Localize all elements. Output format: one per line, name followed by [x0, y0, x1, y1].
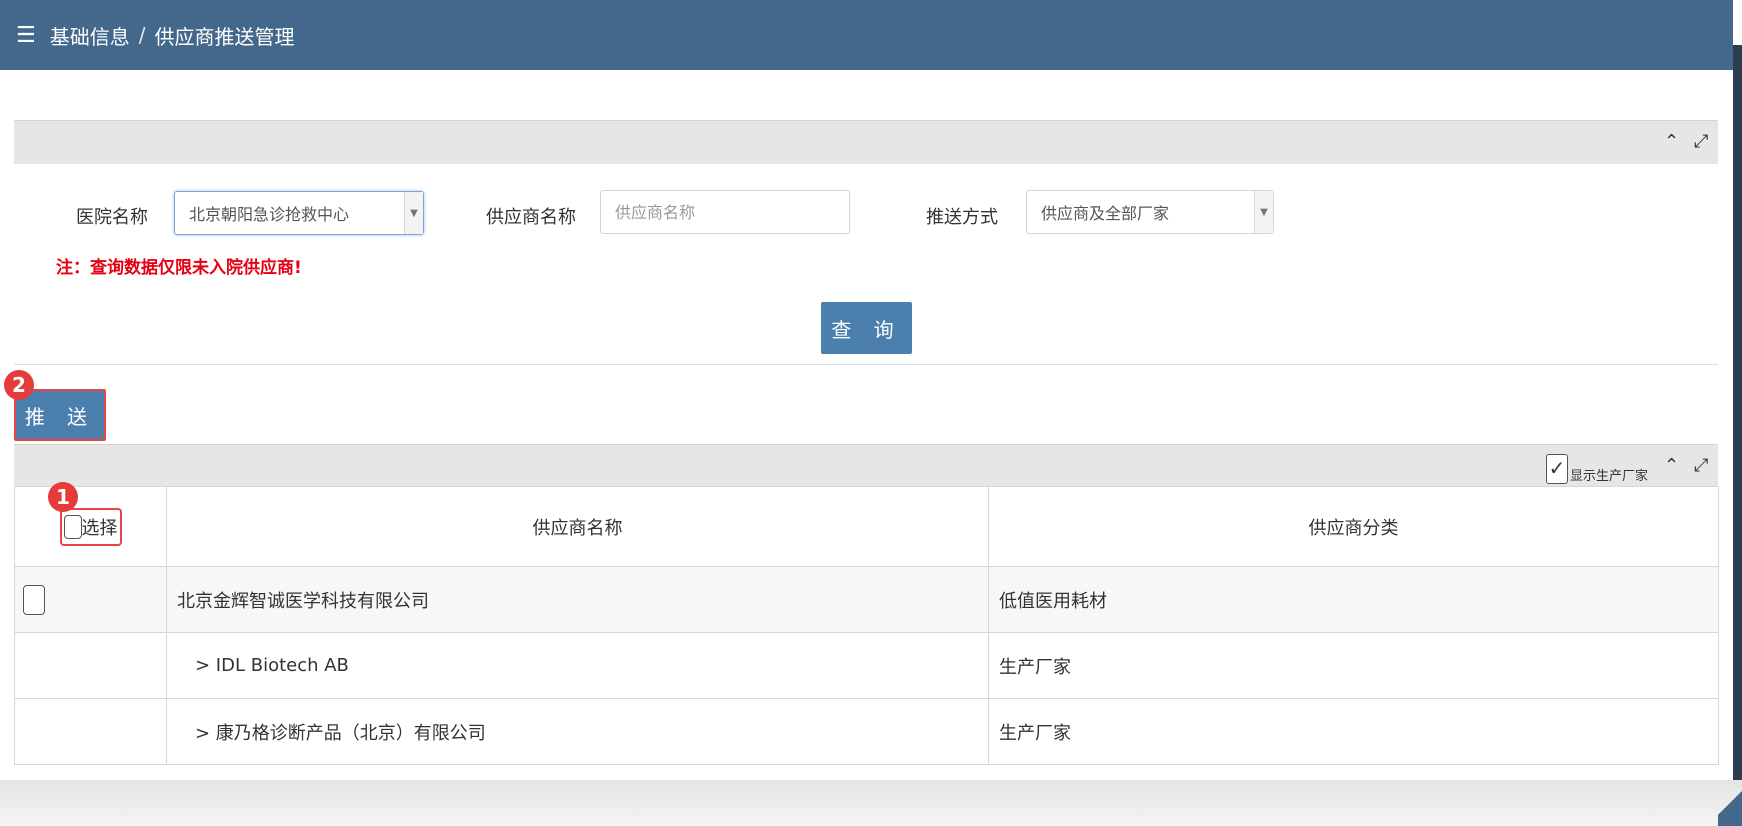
annotation-badge-2: 2: [4, 370, 34, 400]
push-mode-label: 推送方式: [926, 207, 998, 228]
annotation-badge-1: 1: [48, 482, 78, 512]
collapse-icon[interactable]: ⌃: [1664, 455, 1679, 476]
expand-icon[interactable]: ⤢: [1694, 131, 1708, 152]
select-column-label: 选择: [81, 517, 118, 539]
row-select-cell: [14, 632, 167, 699]
hamburger-icon[interactable]: ☰: [16, 23, 36, 48]
manufacturer-name-cell: > 康乃格诊断产品（北京）有限公司: [166, 698, 989, 765]
search-panel-header: ⌃ ⤢: [14, 120, 1718, 166]
supplier-name-input[interactable]: [600, 190, 850, 234]
hospital-select-value: 北京朝阳急诊抢救中心: [189, 205, 350, 224]
breadcrumb-separator: /: [138, 23, 146, 47]
top-header-bar: ☰ 基础信息 / 供应商推送管理: [0, 0, 1733, 70]
supplier-name-label: 供应商名称: [486, 207, 576, 228]
hospital-select[interactable]: 北京朝阳急诊抢救中心 ▼: [174, 191, 424, 235]
page-scrollbar[interactable]: [1733, 45, 1742, 780]
dropdown-arrow-icon[interactable]: ▼: [404, 192, 423, 234]
expand-icon[interactable]: ⤢: [1694, 455, 1708, 476]
query-button[interactable]: 查 询: [821, 302, 912, 354]
show-manufacturer-toggle[interactable]: ✓ 显示生产厂家: [1546, 453, 1648, 484]
dropdown-arrow-icon[interactable]: ▼: [1254, 191, 1273, 233]
push-mode-select-value: 供应商及全部厂家: [1041, 204, 1170, 223]
supplier-name-column-header: 供应商名称: [166, 486, 989, 567]
table-header-row: 选择 供应商名称 供应商分类: [14, 486, 1719, 567]
supplier-table: 选择 供应商名称 供应商分类 北京金辉智诚医学科技有限公司 低值医用耗材 > I…: [14, 486, 1719, 765]
row-checkbox[interactable]: [23, 584, 45, 615]
resize-corner-icon[interactable]: [1718, 780, 1742, 826]
supplier-name-cell: 北京金辉智诚医学科技有限公司: [166, 566, 989, 633]
manufacturer-name-cell: > IDL Biotech AB: [166, 632, 989, 699]
row-select-cell[interactable]: [14, 566, 167, 633]
table-row[interactable]: 北京金辉智诚医学科技有限公司 低值医用耗材: [14, 566, 1719, 633]
select-all-checkbox[interactable]: [63, 514, 82, 539]
push-mode-select[interactable]: 供应商及全部厂家 ▼: [1026, 190, 1274, 234]
supplier-category-column-header: 供应商分类: [988, 486, 1719, 567]
select-all-highlight[interactable]: 选择: [59, 507, 122, 546]
breadcrumb-current: 供应商推送管理: [154, 24, 295, 49]
supplier-category-cell: 生产厂家: [988, 698, 1719, 765]
grid-panel-header: ✓ 显示生产厂家 ⌃ ⤢: [14, 444, 1718, 490]
hospital-label: 医院名称: [76, 207, 148, 228]
row-select-cell: [14, 698, 167, 765]
bottom-fade: [0, 780, 1742, 826]
supplier-category-cell: 生产厂家: [988, 632, 1719, 699]
table-row[interactable]: > 康乃格诊断产品（北京）有限公司 生产厂家: [14, 698, 1719, 765]
show-manufacturer-label: 显示生产厂家: [1570, 469, 1649, 484]
breadcrumb-root[interactable]: 基础信息: [50, 21, 130, 50]
query-note: 注：查询数据仅限未入院供应商!: [56, 258, 302, 278]
checked-checkbox-icon[interactable]: ✓: [1546, 453, 1568, 484]
select-column-header[interactable]: 选择: [14, 486, 167, 567]
table-row[interactable]: > IDL Biotech AB 生产厂家: [14, 632, 1719, 699]
collapse-icon[interactable]: ⌃: [1664, 131, 1679, 152]
supplier-category-cell: 低值医用耗材: [988, 566, 1719, 633]
